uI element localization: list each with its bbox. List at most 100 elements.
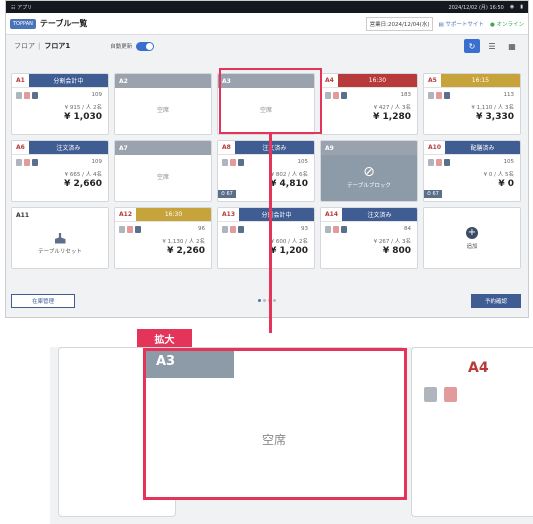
plus-icon: + bbox=[466, 226, 478, 239]
table-tile-a3[interactable]: A3 空席 bbox=[217, 73, 315, 135]
order-slip-icon bbox=[230, 159, 236, 166]
table-name: A4 bbox=[325, 77, 334, 84]
reservation-button[interactable]: 予約確認 bbox=[471, 294, 521, 308]
order-count: 84 bbox=[404, 226, 411, 232]
reset-label: テーブルリセット bbox=[38, 248, 82, 255]
order-count: 93 bbox=[301, 226, 308, 232]
table-name: A1 bbox=[16, 77, 25, 84]
clock: 2024/12/02 (月) 16:50 bbox=[448, 4, 504, 11]
refresh-icon[interactable]: ↻ bbox=[464, 39, 480, 53]
table-tile-a9[interactable]: A9 ⊘ テーブルブロック bbox=[320, 140, 418, 202]
zoom-table-a4[interactable]: A4 bbox=[411, 347, 533, 517]
tile-icons bbox=[222, 226, 244, 233]
table-tile-a1[interactable]: A1 分割会計中 109 ¥ 915 / 人 2名 ¥ 1,030 bbox=[11, 73, 109, 135]
order-slip-icon bbox=[436, 92, 442, 99]
vacant-label: 空席 bbox=[259, 107, 272, 114]
order-slip-icon bbox=[333, 226, 339, 233]
table-tile-a13[interactable]: A13 分割会計中 93 ¥ 600 / 人 2名 ¥ 1,200 bbox=[217, 207, 315, 269]
note-icon bbox=[32, 159, 38, 166]
inventory-button[interactable]: 在庫管理 bbox=[11, 294, 75, 308]
tile-header: A3 bbox=[218, 74, 314, 88]
table-total: ¥ 1,030 bbox=[64, 112, 102, 122]
tile-icons bbox=[428, 159, 450, 166]
table-tile-a6[interactable]: A6 注文済み 109 ¥ 665 / 人 4名 ¥ 2,660 bbox=[11, 140, 109, 202]
tile-icons bbox=[16, 159, 38, 166]
tile-header: A6 注文済み bbox=[12, 141, 108, 155]
order-slip-icon bbox=[444, 387, 457, 402]
floor-bar: フロア | フロア1 自動更新 ↻ ☰ ▦ bbox=[6, 36, 528, 56]
app-menu-label[interactable]: ☷ アプリ bbox=[11, 4, 32, 11]
tile-header: A12 16:30 bbox=[115, 208, 211, 222]
price-per-person: ¥ 1,110 / 人 3名 bbox=[471, 105, 514, 111]
tile-header: A10 配膳済み bbox=[424, 141, 520, 155]
table-status: 分割会計中 bbox=[28, 74, 108, 87]
table-name: A8 bbox=[222, 144, 231, 151]
table-tile-a10[interactable]: A10 配膳済み 105 ¥ 0 / 人 5名 ¥ 0 ⏱ 67 bbox=[423, 140, 521, 202]
table-tile-a7[interactable]: A7 空席 bbox=[114, 140, 212, 202]
vacant-label: 空席 bbox=[156, 107, 169, 114]
table-name: A5 bbox=[428, 77, 437, 84]
table-tile-a2[interactable]: A2 空席 bbox=[114, 73, 212, 135]
brand-badge: TOPPAN bbox=[10, 18, 36, 29]
order-slip-icon bbox=[24, 159, 30, 166]
page-indicator bbox=[258, 299, 276, 302]
note-icon bbox=[135, 226, 141, 233]
table-name: A2 bbox=[119, 77, 128, 85]
table-total: ¥ 2,660 bbox=[64, 179, 102, 189]
table-status: 注文済み bbox=[28, 141, 108, 154]
price-per-person: ¥ 915 / 人 2名 bbox=[64, 105, 102, 111]
table-name: A9 bbox=[325, 144, 334, 152]
order-count: 183 bbox=[400, 92, 412, 98]
table-tile-add[interactable]: + 追加 bbox=[423, 207, 521, 269]
tile-header: A13 分割会計中 bbox=[218, 208, 314, 222]
auto-update-toggle[interactable] bbox=[136, 41, 155, 51]
table-tile-a4[interactable]: A4 16:30 183 ¥ 427 / 人 3名 ¥ 1,280 bbox=[320, 73, 418, 135]
table-tile-a12[interactable]: A12 16:30 96 ¥ 1,130 / 人 2名 ¥ 2,260 bbox=[114, 207, 212, 269]
table-name: A14 bbox=[325, 211, 338, 218]
support-site-link[interactable]: ▤ サポートサイト bbox=[438, 20, 483, 28]
table-name: A11 bbox=[16, 211, 29, 219]
separator: | bbox=[38, 42, 41, 50]
price-per-person: ¥ 427 / 人 3名 bbox=[373, 105, 411, 111]
table-name: A7 bbox=[119, 144, 128, 152]
table-tile-a5[interactable]: A5 16:15 113 ¥ 1,110 / 人 3名 ¥ 3,330 bbox=[423, 73, 521, 135]
tile-header: A11 bbox=[12, 208, 108, 222]
table-tile-a14[interactable]: A14 注文済み 84 ¥ 267 / 人 3名 ¥ 800 bbox=[320, 207, 418, 269]
auto-update-label: 自動更新 bbox=[110, 44, 133, 50]
customer-icon bbox=[325, 226, 331, 233]
tile-header: A14 注文済み bbox=[321, 208, 417, 222]
table-name: A6 bbox=[16, 144, 25, 151]
price-per-person: ¥ 802 / 人 6名 bbox=[270, 172, 308, 178]
table-name: A10 bbox=[428, 144, 441, 151]
note-icon bbox=[341, 92, 347, 99]
order-count: 105 bbox=[297, 159, 309, 165]
table-status: 注文済み bbox=[342, 208, 417, 221]
table-name: A12 bbox=[119, 211, 132, 218]
wifi-icon: ◉ bbox=[509, 4, 515, 10]
zoom-tag: 拡大 bbox=[137, 329, 192, 347]
customer-icon bbox=[222, 226, 228, 233]
tile-icons bbox=[325, 92, 347, 99]
note-icon bbox=[238, 159, 244, 166]
broom-icon bbox=[54, 232, 66, 244]
table-status: 配膳済み bbox=[445, 141, 520, 154]
table-name: A3 bbox=[222, 77, 231, 85]
list-view-icon[interactable]: ☰ bbox=[484, 39, 500, 53]
tile-header: A5 16:15 bbox=[424, 74, 520, 88]
table-tile-a11[interactable]: A11 テーブルリセット bbox=[11, 207, 109, 269]
grid-view-icon[interactable]: ▦ bbox=[504, 39, 520, 53]
table-total: ¥ 2,260 bbox=[167, 246, 205, 256]
table-total: ¥ 0 bbox=[498, 179, 514, 189]
table-tile-a8[interactable]: A8 注文済み 105 ¥ 802 / 人 6名 ¥ 4,810 ⏱ 67 bbox=[217, 140, 315, 202]
zoom-next-table-name: A4 bbox=[468, 360, 489, 376]
floor-select[interactable]: フロア1 bbox=[44, 41, 70, 51]
page-title: テーブル一覧 bbox=[39, 19, 88, 28]
price-per-person: ¥ 600 / 人 2名 bbox=[270, 239, 308, 245]
title-bar: TOPPAN テーブル一覧 営業日:2024/12/04(水) ▤ サポートサイ… bbox=[6, 13, 528, 35]
note-icon bbox=[238, 226, 244, 233]
table-total: ¥ 1,280 bbox=[373, 112, 411, 122]
order-slip-icon bbox=[333, 92, 339, 99]
connector-line bbox=[269, 134, 272, 333]
online-status: ● オンライン bbox=[489, 21, 524, 28]
order-count: 109 bbox=[91, 159, 103, 165]
